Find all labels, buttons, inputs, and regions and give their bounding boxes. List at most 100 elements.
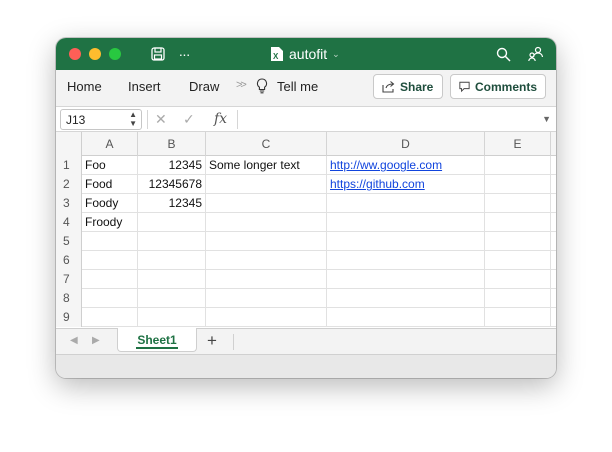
expand-formula-icon[interactable]: ▼ [542,114,551,124]
formula-bar-divider [147,110,148,129]
column-header-b[interactable]: B [138,132,206,156]
table-row: 9 [56,308,556,327]
search-icon[interactable] [494,44,512,64]
cell-e2[interactable] [485,175,551,194]
cell-a1[interactable]: Foo [82,156,138,175]
cell-d9[interactable] [327,308,485,327]
comments-button-label: Comments [474,79,537,94]
minimize-window-button[interactable] [89,48,101,60]
cell-c1[interactable]: Some longer text [206,156,327,175]
cell-c4[interactable] [206,213,327,232]
more-icon[interactable]: ··· [174,44,194,64]
cell-a6[interactable] [82,251,138,270]
cell-b9[interactable] [138,308,206,327]
spreadsheet-grid[interactable]: A B C D E 1 Foo 12345 Some longer text http:… [56,132,556,328]
name-box-stepper-icon[interactable]: ▲ ▼ [129,110,137,128]
table-row: 3 Foody 12345 [56,194,556,213]
row-header[interactable]: 4 [56,213,82,232]
cell-e3[interactable] [485,194,551,213]
table-row: 2 Food 12345678 https://github.com [56,175,556,194]
confirm-icon[interactable]: ✓ [183,111,195,128]
cell-a9[interactable] [82,308,138,327]
cell-e8[interactable] [485,289,551,308]
close-window-button[interactable] [69,48,81,60]
cancel-icon[interactable]: ✕ [155,111,167,128]
cell-d3[interactable] [327,194,485,213]
save-icon[interactable] [149,44,167,64]
row-header[interactable]: 8 [56,289,82,308]
maximize-window-button[interactable] [109,48,121,60]
cell-b2[interactable]: 12345678 [138,175,206,194]
cell-e4[interactable] [485,213,551,232]
column-header-row: A B C D E [56,132,556,156]
column-header-d[interactable]: D [327,132,485,156]
share-people-icon[interactable] [527,44,545,64]
next-sheet-icon[interactable]: ▶ [92,335,100,346]
cell-c9[interactable] [206,308,327,327]
row-header[interactable]: 5 [56,232,82,251]
cell-c3[interactable] [206,194,327,213]
cell-e9[interactable] [485,308,551,327]
cell-d4[interactable] [327,213,485,232]
column-header-a[interactable]: A [82,132,138,156]
cell-e5[interactable] [485,232,551,251]
cell-a7[interactable] [82,270,138,289]
cell-a5[interactable] [82,232,138,251]
cell-b6[interactable] [138,251,206,270]
row-header[interactable]: 9 [56,308,82,327]
cell-b1[interactable]: 12345 [138,156,206,175]
cell-b8[interactable] [138,289,206,308]
cell-a3[interactable]: Foody [82,194,138,213]
select-all-corner[interactable] [56,132,82,156]
excel-window: ··· X autofit ⌄ Home Insert Draw >> Tell… [56,38,556,378]
share-button[interactable]: Share [373,74,443,99]
row-header[interactable]: 1 [56,156,82,175]
insert-function-icon[interactable]: fx [214,111,227,127]
sheet-tab-sheet1[interactable]: Sheet1 [117,328,197,352]
row-header[interactable]: 6 [56,251,82,270]
window-title: X autofit ⌄ [270,45,340,63]
cell-d2[interactable]: https://github.com [327,175,485,194]
column-header-e[interactable]: E [485,132,551,156]
cell-e6[interactable] [485,251,551,270]
cell-a2[interactable]: Food [82,175,138,194]
table-row: 6 [56,251,556,270]
row-header[interactable]: 3 [56,194,82,213]
column-header-c[interactable]: C [206,132,327,156]
title-chevron-icon[interactable]: ⌄ [332,49,340,60]
cell-c2[interactable] [206,175,327,194]
tab-home[interactable]: Home [67,79,102,94]
name-box[interactable]: J13 ▲ ▼ [60,109,142,130]
cell-e7[interactable] [485,270,551,289]
comments-button[interactable]: Comments [450,74,546,99]
cell-d8[interactable] [327,289,485,308]
lightbulb-icon[interactable] [256,78,268,97]
tab-draw[interactable]: Draw [189,79,219,94]
cell-c7[interactable] [206,270,327,289]
row-header[interactable]: 2 [56,175,82,194]
cell-d7[interactable] [327,270,485,289]
prev-sheet-icon[interactable]: ◀ [70,335,78,346]
cell-c5[interactable] [206,232,327,251]
cell-b5[interactable] [138,232,206,251]
cell-b4[interactable] [138,213,206,232]
table-row: 8 [56,289,556,308]
cell-b7[interactable] [138,270,206,289]
table-row: 4 Froody [56,213,556,232]
table-row: 5 [56,232,556,251]
row-header[interactable]: 7 [56,270,82,289]
cell-a8[interactable] [82,289,138,308]
cell-e1[interactable] [485,156,551,175]
cell-c6[interactable] [206,251,327,270]
cell-d6[interactable] [327,251,485,270]
ribbon-overflow-icon[interactable]: >> [236,79,247,91]
tell-me-search[interactable]: Tell me [277,79,318,94]
tab-insert[interactable]: Insert [128,79,161,94]
cell-b3[interactable]: 12345 [138,194,206,213]
add-sheet-button[interactable]: + [207,331,217,351]
cell-a4[interactable]: Froody [82,213,138,232]
cell-d1[interactable]: http://ww.google.com [327,156,485,175]
cell-c8[interactable] [206,289,327,308]
cell-d5[interactable] [327,232,485,251]
name-box-value: J13 [66,113,86,127]
